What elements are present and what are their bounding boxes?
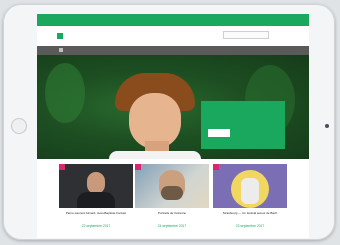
main-nav [37, 46, 309, 55]
home-icon[interactable] [59, 48, 63, 52]
portrait-face [87, 172, 105, 194]
event-cards: Pierre-Laurent Aimard, Jean-Baptiste Fon… [37, 164, 309, 238]
front-camera [325, 124, 329, 128]
search-input[interactable] [223, 31, 269, 39]
painting-beard [161, 186, 183, 200]
event-card[interactable]: Pierre-Laurent Aimard, Jean-Baptiste Fon… [59, 164, 133, 234]
site-header [37, 26, 309, 46]
event-card-image[interactable] [59, 164, 133, 208]
hero-read-more-button[interactable] [208, 129, 230, 137]
tablet-frame: Pierre-Laurent Aimard, Jean-Baptiste Fon… [3, 4, 335, 240]
topbar-right-links [279, 18, 303, 22]
event-card-image[interactable] [135, 164, 209, 208]
hero-caption-panel [201, 101, 285, 149]
tablet-screen: Pierre-Laurent Aimard, Jean-Baptiste Fon… [37, 14, 309, 238]
portrait-body [77, 192, 115, 208]
hero-portrait-shirt [109, 151, 201, 159]
event-card-title[interactable]: Pierre-Laurent Aimard, Jean-Baptiste Fon… [59, 211, 133, 215]
hero-background-foliage [45, 63, 85, 123]
event-card-tag [59, 164, 65, 170]
hero-banner [37, 55, 309, 159]
home-button[interactable] [11, 118, 27, 134]
event-card[interactable]: Strasbourg — Un festival autour de Bach … [213, 164, 287, 234]
event-card[interactable]: Portraits de Cézanne 24 septembre 2017 [135, 164, 209, 234]
site-logo-icon[interactable] [57, 33, 63, 39]
event-card-tag [135, 164, 141, 170]
event-card-image[interactable] [213, 164, 287, 208]
event-card-title[interactable]: Portraits de Cézanne [135, 211, 209, 215]
event-card-date: 24 septembre 2017 [157, 224, 187, 228]
top-utility-bar [37, 14, 309, 26]
event-card-date: 22 septembre 2017 [81, 224, 111, 228]
event-card-tag [213, 164, 219, 170]
illustration-figure [241, 178, 259, 204]
event-card-title[interactable]: Strasbourg — Un festival autour de Bach [213, 211, 287, 215]
topbar-left-links [91, 18, 99, 22]
event-card-date: 23 septembre 2017 [235, 224, 265, 228]
